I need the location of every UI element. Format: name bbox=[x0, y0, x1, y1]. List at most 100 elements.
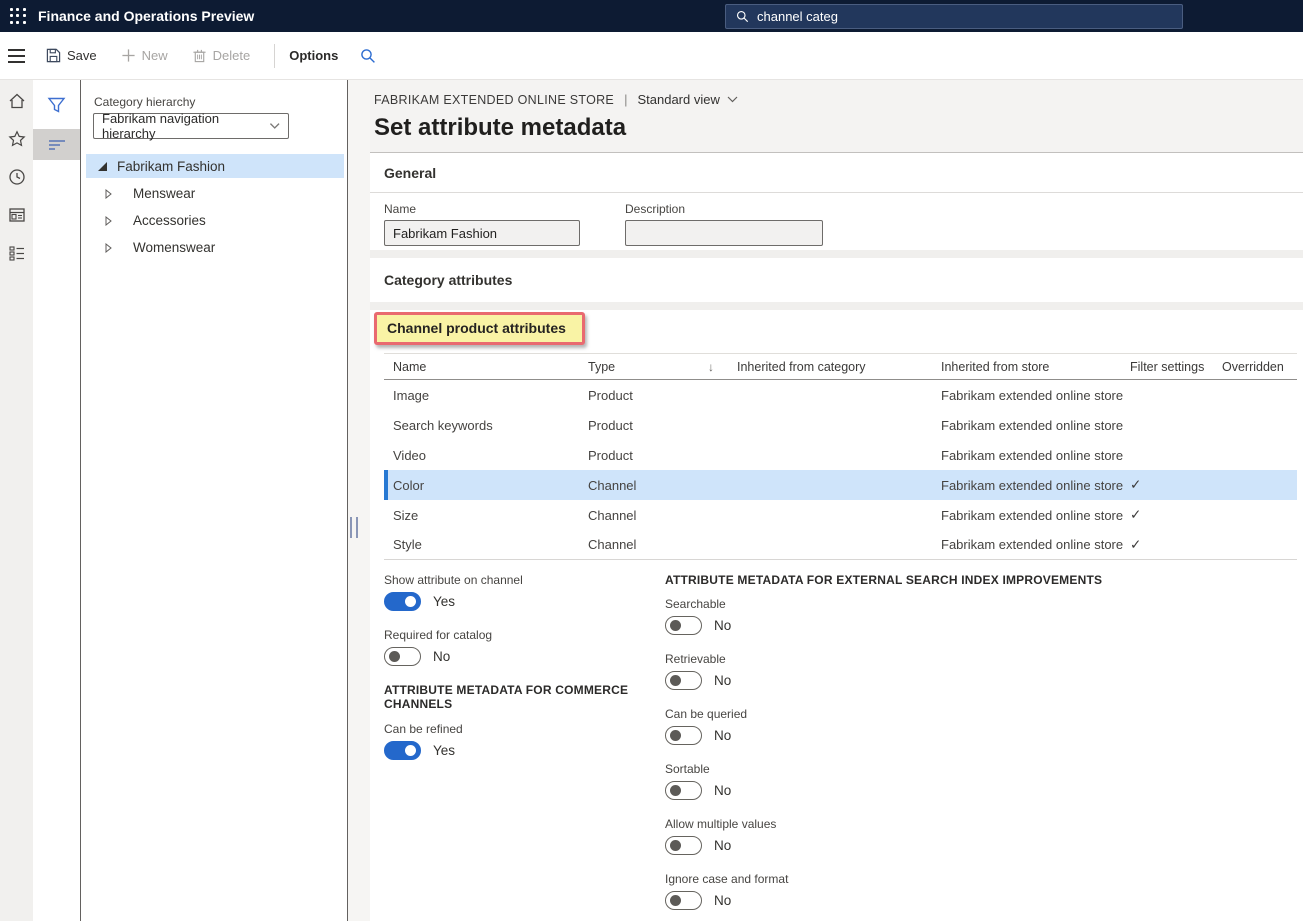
can-be-refined-label: Can be refined bbox=[384, 722, 665, 736]
breadcrumb[interactable]: FABRIKAM EXTENDED ONLINE STORE bbox=[374, 93, 614, 107]
tree-collapsed-icon[interactable] bbox=[102, 189, 114, 199]
save-button[interactable]: Save bbox=[46, 48, 97, 63]
tree-expanded-icon[interactable] bbox=[96, 162, 108, 171]
searchable-toggle[interactable] bbox=[665, 616, 702, 635]
top-app-bar: Finance and Operations Preview channel c… bbox=[0, 0, 1303, 32]
external-search-group-heading: ATTRIBUTE METADATA FOR EXTERNAL SEARCH I… bbox=[665, 573, 1303, 587]
save-button-label: Save bbox=[67, 48, 97, 63]
plus-icon bbox=[121, 48, 136, 63]
ignore-case-and-format-toggle[interactable] bbox=[665, 891, 702, 910]
sort-descending-icon: ↓ bbox=[708, 360, 737, 374]
workspace-icon bbox=[8, 206, 26, 224]
filter-list-icon bbox=[47, 138, 67, 152]
table-header-row: Name Type ↓ Inherited from category Inhe… bbox=[384, 354, 1297, 380]
cell-name: Image bbox=[393, 388, 588, 403]
hierarchy-list-button[interactable] bbox=[33, 129, 80, 160]
cell-type: Channel bbox=[588, 508, 708, 523]
table-row[interactable]: Style Channel Fabrikam extended online s… bbox=[384, 530, 1297, 560]
description-field-label: Description bbox=[625, 202, 823, 216]
options-button[interactable]: Options bbox=[289, 48, 338, 63]
tree-item-accessories[interactable]: Accessories bbox=[81, 207, 347, 234]
cell-inherited-store: Fabrikam extended online store bbox=[941, 508, 1130, 523]
tree-collapsed-icon[interactable] bbox=[102, 216, 114, 226]
cell-name: Size bbox=[393, 508, 588, 523]
cell-inherited-store: Fabrikam extended online store bbox=[941, 537, 1130, 552]
toggle-state-label: No bbox=[714, 893, 731, 908]
filter-settings-check: ✓ bbox=[1130, 477, 1222, 493]
col-overridden[interactable]: Overridden bbox=[1222, 360, 1297, 374]
toggle-state-label: No bbox=[714, 673, 731, 688]
cell-inherited-store: Fabrikam extended online store bbox=[941, 418, 1130, 433]
sortable-toggle[interactable] bbox=[665, 781, 702, 800]
breadcrumb-separator: | bbox=[624, 92, 627, 107]
tree-collapsed-icon[interactable] bbox=[102, 243, 114, 253]
view-switcher-label: Standard view bbox=[637, 92, 719, 107]
name-field-label: Name bbox=[384, 202, 580, 216]
cell-type: Product bbox=[588, 448, 708, 463]
filter-settings-check: ✓ bbox=[1130, 537, 1222, 553]
action-bar: Save New Delete Options bbox=[0, 32, 1303, 80]
app-title: Finance and Operations Preview bbox=[38, 8, 254, 24]
can-be-refined-toggle[interactable] bbox=[384, 741, 421, 760]
workspaces-nav-item[interactable] bbox=[0, 196, 33, 234]
retrievable-label: Retrievable bbox=[665, 652, 1303, 666]
retrievable-toggle[interactable] bbox=[665, 671, 702, 690]
modules-nav-item[interactable] bbox=[0, 234, 33, 272]
filter-settings-check: ✓ bbox=[1130, 507, 1222, 523]
view-switcher[interactable]: Standard view bbox=[637, 92, 737, 107]
can-be-queried-toggle[interactable] bbox=[665, 726, 702, 745]
toolbar-search-icon[interactable] bbox=[360, 48, 376, 64]
col-filter-settings[interactable]: Filter settings bbox=[1130, 360, 1222, 374]
show-attribute-on-channel-toggle[interactable] bbox=[384, 592, 421, 611]
table-row[interactable]: Search keywords Product Fabrikam extende… bbox=[384, 410, 1297, 440]
delete-button-label: Delete bbox=[213, 48, 251, 63]
channel-product-attributes-heading-highlighted[interactable]: Channel product attributes bbox=[374, 312, 585, 345]
cell-type: Product bbox=[588, 418, 708, 433]
commerce-channels-group-heading: ATTRIBUTE METADATA FOR COMMERCE CHANNELS bbox=[384, 683, 665, 711]
recents-nav-item[interactable] bbox=[0, 158, 33, 196]
app-launcher-icon[interactable] bbox=[10, 8, 26, 24]
category-attributes-section-heading[interactable]: Category attributes bbox=[370, 258, 1303, 302]
tree-item-label: Menswear bbox=[133, 186, 195, 201]
section-gap bbox=[370, 302, 1303, 310]
save-icon bbox=[46, 48, 61, 63]
clock-icon bbox=[8, 168, 26, 186]
tree-item-root[interactable]: Fabrikam Fashion bbox=[86, 154, 344, 178]
toggle-state-label: No bbox=[714, 838, 731, 853]
section-gap bbox=[370, 250, 1303, 258]
global-search-input[interactable]: channel categ bbox=[725, 4, 1183, 29]
nav-rail bbox=[0, 80, 33, 921]
attribute-details: Show attribute on channel Yes Required f… bbox=[384, 573, 1303, 921]
filter-rail bbox=[33, 80, 80, 921]
table-row[interactable]: Size Channel Fabrikam extended online st… bbox=[384, 500, 1297, 530]
tree-item-label: Accessories bbox=[133, 213, 206, 228]
hierarchy-select-value: Fabrikam navigation hierarchy bbox=[102, 111, 269, 141]
col-inherited-from-category[interactable]: Inherited from category bbox=[737, 360, 941, 374]
hamburger-menu-icon[interactable] bbox=[8, 49, 25, 67]
favorites-nav-item[interactable] bbox=[0, 120, 33, 158]
table-row[interactable]: Image Product Fabrikam extended online s… bbox=[384, 380, 1297, 410]
searchable-label: Searchable bbox=[665, 597, 1303, 611]
description-field[interactable] bbox=[625, 220, 823, 246]
tree-item-womenswear[interactable]: Womenswear bbox=[81, 234, 347, 261]
table-row[interactable]: Video Product Fabrikam extended online s… bbox=[384, 440, 1297, 470]
delete-button[interactable]: Delete bbox=[192, 48, 251, 63]
hierarchy-select[interactable]: Fabrikam navigation hierarchy bbox=[93, 113, 289, 139]
name-field[interactable] bbox=[384, 220, 580, 246]
required-for-catalog-toggle[interactable] bbox=[384, 647, 421, 666]
tree-item-label: Womenswear bbox=[133, 240, 215, 255]
new-button[interactable]: New bbox=[121, 48, 168, 63]
allow-multiple-values-toggle[interactable] bbox=[665, 836, 702, 855]
col-name[interactable]: Name bbox=[393, 360, 588, 374]
category-hierarchy-panel: Category hierarchy Fabrikam navigation h… bbox=[80, 80, 348, 921]
home-nav-item[interactable] bbox=[0, 82, 33, 120]
general-section-heading[interactable]: General bbox=[370, 153, 1303, 193]
col-inherited-from-store[interactable]: Inherited from store bbox=[941, 360, 1130, 374]
panel-splitter-handle[interactable] bbox=[350, 517, 358, 538]
tree-item-menswear[interactable]: Menswear bbox=[81, 180, 347, 207]
category-tree: Fabrikam Fashion Menswear Accessories Wo… bbox=[81, 154, 347, 261]
table-row-selected[interactable]: Color Channel Fabrikam extended online s… bbox=[384, 470, 1297, 500]
can-be-queried-label: Can be queried bbox=[665, 707, 1303, 721]
col-type[interactable]: Type bbox=[588, 360, 708, 374]
filter-button[interactable] bbox=[33, 88, 80, 121]
